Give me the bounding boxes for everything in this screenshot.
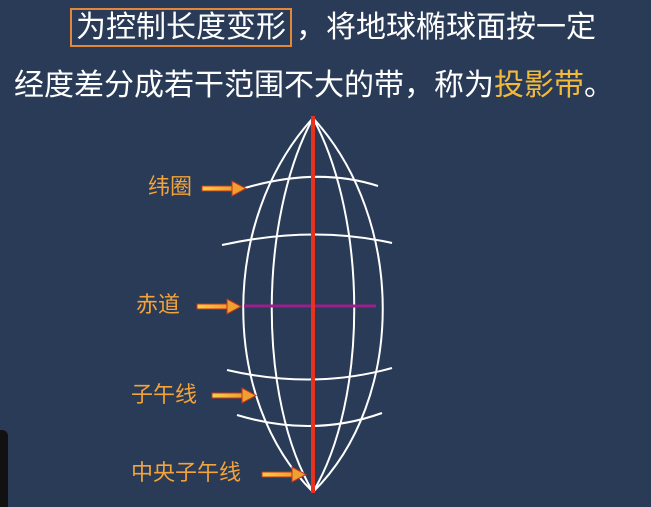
label-meridian: 子午线 (131, 383, 198, 408)
label-central-meridian: 中央子午线 (131, 461, 242, 486)
arrow-central-meridian (261, 466, 308, 483)
parallel-north-2 (221, 233, 393, 246)
window-edge-tab (0, 430, 8, 507)
label-parallel: 纬圈 (148, 175, 193, 200)
arrow-parallel (201, 180, 248, 197)
projection-zone-diagram (196, 116, 393, 493)
label-equator: 赤道 (136, 293, 181, 318)
arrow-meridian (211, 387, 258, 404)
arrow-equator (196, 298, 243, 315)
